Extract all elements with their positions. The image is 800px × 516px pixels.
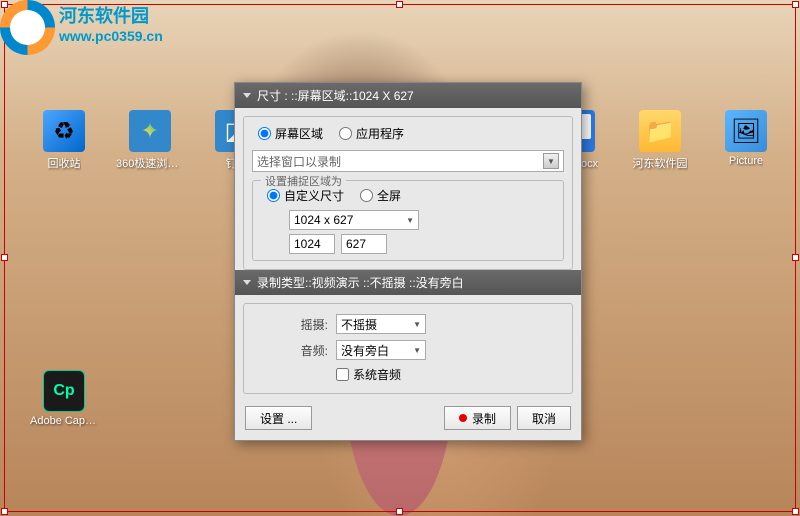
dialog-header-size: 尺寸 : ::屏幕区域::1024 X 627 [235,83,581,108]
chevron-down-icon: ▼ [406,216,414,225]
system-audio-checkbox[interactable] [336,368,349,381]
watermark-logo-icon [0,0,55,55]
header-text: 录制类型::视频演示 ::不摇摄 ::没有旁白 [257,274,464,291]
radio-input[interactable] [258,127,271,140]
record-button[interactable]: 录制 [444,406,511,430]
resize-handle-bl[interactable] [1,508,8,515]
radio-input[interactable] [339,127,352,140]
width-input[interactable] [289,234,335,254]
pan-combo[interactable]: 不摇摄 ▼ [336,314,426,334]
button-label: 设置 ... [260,410,297,427]
chevron-down-icon: ▼ [413,346,421,355]
record-dot-icon [459,414,467,422]
audio-label: 音频: [292,342,328,359]
cancel-button[interactable]: 取消 [517,406,571,430]
height-input[interactable] [341,234,387,254]
radio-input[interactable] [267,189,280,202]
collapse-icon[interactable] [243,280,251,285]
window-select-combo[interactable]: 选择窗口以录制 ▼ [252,150,564,172]
checkbox-label: 系统音频 [353,366,401,383]
radio-input[interactable] [360,189,373,202]
resize-handle-tc[interactable] [396,1,403,8]
resize-handle-bc[interactable] [396,508,403,515]
subsection-legend: 设置捕捉区域为 [261,173,346,189]
audio-combo[interactable]: 没有旁白 ▼ [336,340,426,360]
radio-application[interactable]: 应用程序 [339,125,404,142]
resize-handle-mr[interactable] [792,254,799,261]
radio-screen-area[interactable]: 屏幕区域 [258,125,323,142]
dialog-header-rectype: 录制类型::视频演示 ::不摇摄 ::没有旁白 [235,270,581,295]
radio-label: 全屏 [377,187,401,204]
radio-label: 自定义尺寸 [284,187,344,204]
area-section: 屏幕区域 应用程序 选择窗口以录制 ▼ 设置捕捉区域为 自定义尺寸 [243,116,573,270]
radio-label: 应用程序 [356,125,404,142]
button-label: 录制 [472,410,496,427]
watermark: 河东软件园 www.pc0359.cn [0,0,163,55]
button-label: 取消 [532,410,556,427]
pan-label: 摇摄: [292,316,328,333]
combo-text: 1024 x 627 [294,213,353,227]
size-preset-combo[interactable]: 1024 x 627 ▼ [289,210,419,230]
chevron-down-icon: ▼ [413,320,421,329]
recording-dialog: 尺寸 : ::屏幕区域::1024 X 627 屏幕区域 应用程序 选择窗口以录… [234,82,582,441]
radio-custom-size[interactable]: 自定义尺寸 [267,187,344,204]
dialog-button-row: 设置 ... 录制 取消 [243,402,573,432]
watermark-url: www.pc0359.cn [59,28,163,44]
collapse-icon[interactable] [243,93,251,98]
settings-button[interactable]: 设置 ... [245,406,312,430]
combo-text: 没有旁白 [341,342,389,359]
watermark-title: 河东软件园 [59,2,163,28]
recording-type-section: 摇摄: 不摇摄 ▼ 音频: 没有旁白 ▼ 系统音频 [243,303,573,394]
radio-label: 屏幕区域 [275,125,323,142]
chevron-down-icon[interactable]: ▼ [543,153,559,169]
capture-size-subsection: 设置捕捉区域为 自定义尺寸 全屏 1024 x 627 ▼ [252,180,564,261]
combo-text: 不摇摄 [341,316,377,333]
radio-fullscreen[interactable]: 全屏 [360,187,401,204]
combo-text: 选择窗口以录制 [257,153,341,170]
resize-handle-br[interactable] [792,508,799,515]
resize-handle-ml[interactable] [1,254,8,261]
header-text: 尺寸 : ::屏幕区域::1024 X 627 [257,87,414,104]
resize-handle-tr[interactable] [792,1,799,8]
